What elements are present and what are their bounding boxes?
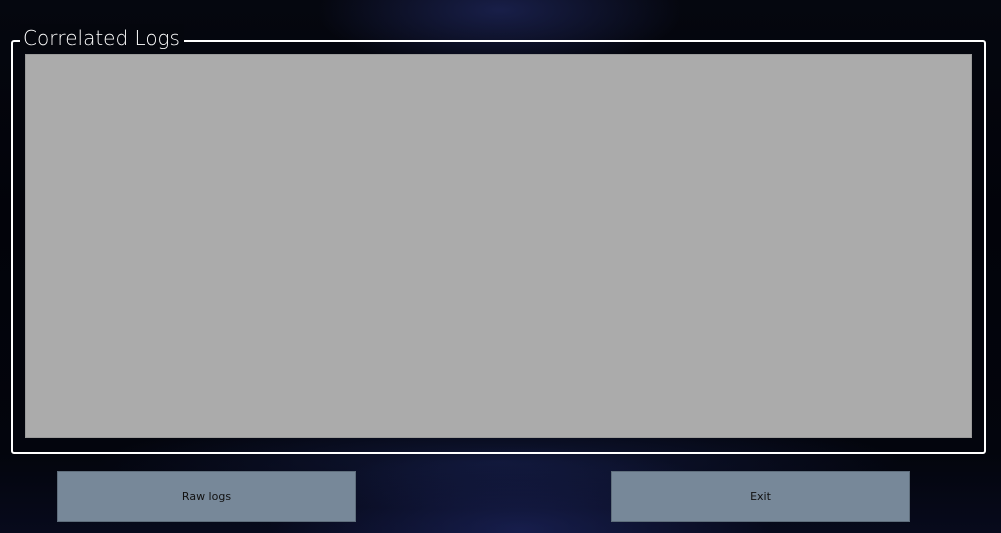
raw-logs-button[interactable]: Raw logs (57, 471, 356, 522)
exit-button-label: Exit (750, 490, 771, 503)
group-title: Correlated Logs (20, 24, 184, 52)
raw-logs-button-label: Raw logs (181, 490, 232, 503)
correlated-logs-panel[interactable] (25, 54, 972, 438)
exit-button[interactable]: Exit (611, 471, 910, 522)
correlated-logs-group: Correlated Logs (11, 24, 986, 454)
app-window: Correlated Logs Raw logs Exit (0, 0, 1001, 533)
